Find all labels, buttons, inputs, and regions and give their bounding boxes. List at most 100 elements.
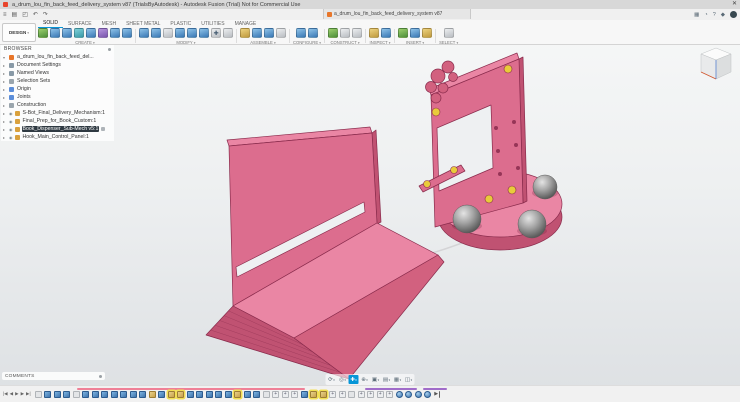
timeline-feature-36[interactable]	[377, 391, 384, 398]
timeline-feature-13[interactable]	[158, 391, 165, 398]
timeline-feature-20[interactable]	[225, 391, 232, 398]
plate-body[interactable]	[426, 53, 528, 227]
timeline-feature-22[interactable]	[244, 391, 251, 398]
insert-derive-icon[interactable]	[398, 28, 408, 38]
browser-row-5[interactable]: ▸Joints	[1, 93, 114, 101]
timeline-feature-18[interactable]	[206, 391, 213, 398]
web-icon[interactable]	[110, 28, 120, 38]
timeline-feature-30[interactable]	[320, 391, 327, 398]
new-component-icon[interactable]	[240, 28, 250, 38]
browser-row-8[interactable]: ▸◉Final_Prep_for_Book_Custom:1	[1, 117, 114, 125]
expand-arrow-icon[interactable]: ▸	[3, 79, 7, 84]
save-icon[interactable]: ◰	[21, 10, 29, 20]
timeline-feature-27[interactable]	[291, 391, 298, 398]
play-button[interactable]: ▶	[15, 391, 18, 397]
browser-options-icon[interactable]	[108, 48, 111, 51]
box-icon[interactable]	[50, 28, 60, 38]
expand-arrow-icon[interactable]: ▸	[3, 87, 7, 92]
timeline-feature-0[interactable]	[35, 391, 42, 398]
tab-plastic[interactable]: PLASTIC	[165, 21, 196, 28]
step-back-button[interactable]: ◀	[10, 391, 13, 397]
go-to-start-button[interactable]: |◀	[3, 391, 8, 397]
timeline-feature-25[interactable]	[272, 391, 279, 398]
browser-row-3[interactable]: ▸Selection Sets	[1, 77, 114, 85]
browser-row-9[interactable]: ▸◉Book_Dispenser_Sub-Mech v5:1	[1, 125, 114, 133]
timeline-feature-34[interactable]	[358, 391, 365, 398]
fillet-icon[interactable]	[151, 28, 161, 38]
help-icon[interactable]: ?	[713, 12, 716, 18]
create-form-icon[interactable]	[98, 28, 108, 38]
expand-arrow-icon[interactable]: ▸	[3, 135, 7, 140]
visibility-eye-icon[interactable]: ◉	[9, 135, 13, 140]
file-menu-icon[interactable]: ▤	[11, 10, 19, 20]
timeline-feature-37[interactable]	[386, 391, 393, 398]
close-window-button[interactable]: ✕	[732, 0, 737, 9]
timeline-feature-26[interactable]	[282, 391, 289, 398]
timeline-feature-17[interactable]	[196, 391, 203, 398]
redo-icon[interactable]: ↷	[42, 10, 49, 20]
expand-arrow-icon[interactable]: ▸	[3, 103, 7, 108]
measure-icon[interactable]	[369, 28, 379, 38]
zoom-tool[interactable]: ⊕▾	[360, 375, 370, 384]
coil-icon[interactable]	[86, 28, 96, 38]
grid-settings[interactable]: ▦▾	[393, 375, 403, 384]
browser-row-1[interactable]: ▸Document Settings	[1, 61, 114, 69]
joint-icon[interactable]	[252, 28, 262, 38]
browser-row-2[interactable]: ▸Named Views	[1, 69, 114, 77]
browser-row-10[interactable]: ▸◉Hook_Main_Control_Panel:1	[1, 133, 114, 141]
insert-mesh-icon[interactable]	[422, 28, 432, 38]
screw-bracket-left[interactable]	[424, 181, 431, 188]
timeline-feature-14[interactable]	[168, 391, 175, 398]
show-data-panel-icon[interactable]: ≡	[2, 10, 8, 20]
group-label-insert[interactable]: INSERT ▾	[406, 40, 424, 45]
configure-icon[interactable]	[296, 28, 306, 38]
view-cube[interactable]	[694, 44, 738, 90]
offset-face-icon[interactable]	[187, 28, 197, 38]
dispenser-assembly[interactable]	[419, 53, 562, 250]
tab-utilities[interactable]: UTILITIES	[196, 21, 229, 28]
timeline-feature-16[interactable]	[187, 391, 194, 398]
timeline-feature-40[interactable]	[415, 391, 422, 398]
timeline-feature-29[interactable]	[310, 391, 317, 398]
timeline-feature-8[interactable]	[111, 391, 118, 398]
comments-options-icon[interactable]	[99, 375, 102, 378]
timeline-feature-31[interactable]	[329, 391, 336, 398]
workspace-switcher[interactable]: DESIGN ▾	[2, 23, 36, 42]
expand-arrow-icon[interactable]: ▸	[3, 127, 7, 132]
group-label-assemble[interactable]: ASSEMBLE ▾	[250, 40, 276, 45]
visibility-eye-icon[interactable]: ◉	[9, 111, 13, 116]
screw-plate-left[interactable]	[432, 108, 440, 116]
notifications-icon[interactable]: ◆	[721, 12, 725, 18]
timeline-feature-10[interactable]	[130, 391, 137, 398]
offset-plane-icon[interactable]	[328, 28, 338, 38]
timeline-feature-32[interactable]	[339, 391, 346, 398]
timeline-feature-42[interactable]	[434, 391, 440, 398]
timeline-feature-7[interactable]	[101, 391, 108, 398]
ball-foot-back-right[interactable]	[533, 175, 557, 199]
viewports[interactable]: ◫▾	[404, 375, 414, 384]
visibility-eye-icon[interactable]: ◉	[9, 119, 13, 124]
expand-arrow-icon[interactable]: ▸	[3, 119, 7, 124]
step-forward-button[interactable]: ▶	[21, 391, 24, 397]
rigid-group-icon[interactable]	[276, 28, 286, 38]
timeline-feature-39[interactable]	[405, 391, 412, 398]
press-pull-icon[interactable]	[139, 28, 149, 38]
loft-icon[interactable]	[74, 28, 84, 38]
timeline-feature-41[interactable]	[424, 391, 431, 398]
group-label-select[interactable]: SELECT ▾	[439, 40, 458, 45]
display-settings[interactable]: ▤▾	[382, 375, 392, 384]
timeline-feature-28[interactable]	[301, 391, 308, 398]
timeline-feature-24[interactable]	[263, 391, 270, 398]
tab-solid[interactable]: SOLID	[38, 20, 63, 28]
timeline-feature-1[interactable]	[44, 391, 51, 398]
shell-icon[interactable]	[163, 28, 173, 38]
browser-row-6[interactable]: ▸Construction	[1, 101, 114, 109]
timeline-feature-33[interactable]	[348, 391, 355, 398]
visibility-eye-icon[interactable]: ◉	[9, 127, 13, 132]
construction-point-icon[interactable]	[352, 28, 362, 38]
timeline-feature-11[interactable]	[139, 391, 146, 398]
combine-icon[interactable]	[175, 28, 185, 38]
timeline-feature-4[interactable]	[73, 391, 80, 398]
extensions-icon[interactable]: ▦	[694, 12, 699, 18]
screw-plate-top[interactable]	[504, 65, 512, 73]
